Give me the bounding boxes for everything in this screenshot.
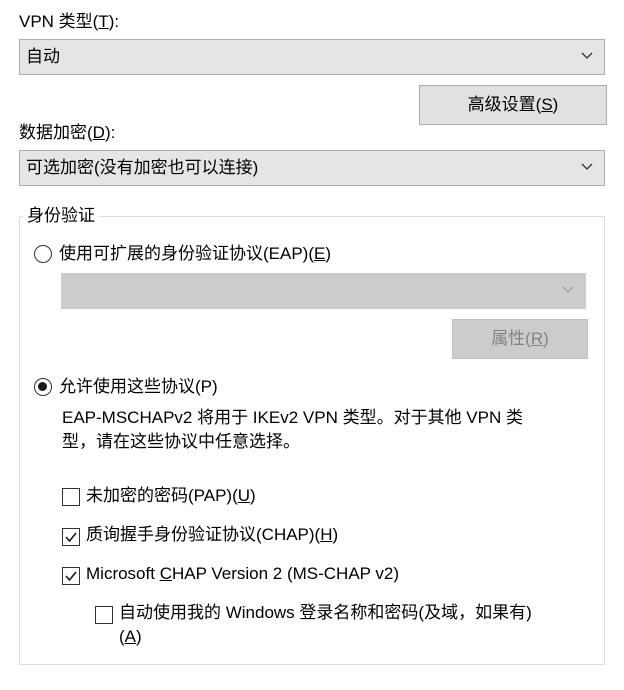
mschapv2-checkbox[interactable] [62,567,80,585]
pap-checkbox-label[interactable]: 未加密的密码(PAP)(U) [86,485,256,507]
radio-selected-dot [38,382,47,391]
auto-windows-logon-label-line2[interactable]: (A) [119,626,142,648]
encryption-dropdown[interactable]: 可选加密(没有加密也可以连接) [19,150,605,186]
auto-windows-logon-checkbox[interactable] [95,606,113,624]
pap-checkbox[interactable] [62,488,80,506]
chap-checkbox-label[interactable]: 质询握手身份验证协议(CHAP)(H) [86,524,338,546]
advanced-settings-button[interactable]: 高级设置(S) [419,85,607,125]
eap-radio-label[interactable]: 使用可扩展的身份验证协议(EAP)(E) [59,243,331,265]
chevron-down-icon [562,286,574,293]
allow-protocols-radio-label[interactable]: 允许使用这些协议(P) [59,376,218,398]
eap-radio[interactable] [34,245,52,263]
checkmark-icon [65,571,77,582]
allow-protocols-radio[interactable] [34,378,52,396]
chevron-down-icon [581,52,593,59]
properties-button[interactable]: 属性(R) [452,319,588,359]
eap-method-dropdown[interactable] [61,273,586,309]
chap-checkbox[interactable] [62,528,80,546]
encryption-value: 可选加密(没有加密也可以连接) [26,158,259,177]
protocol-note-line1: EAP-MSCHAPv2 将用于 IKEv2 VPN 类型。对于其他 VPN 类 [62,408,523,427]
mschapv2-checkbox-label[interactable]: Microsoft CHAP Version 2 (MS-CHAP v2) [86,563,399,585]
auto-windows-logon-label-line1[interactable]: 自动使用我的 Windows 登录名称和密码(及域，如果有) [119,602,532,624]
vpn-type-value: 自动 [26,47,60,66]
authentication-group-title: 身份验证 [23,205,99,227]
encryption-label: 数据加密(D): [19,123,116,142]
chevron-down-icon [581,163,593,170]
vpn-type-label: VPN 类型(T): [19,12,120,31]
protocol-note-line2: 型，请在这些协议中任意选择。 [62,432,300,451]
vpn-type-dropdown[interactable]: 自动 [19,39,605,75]
checkmark-icon [65,532,77,543]
